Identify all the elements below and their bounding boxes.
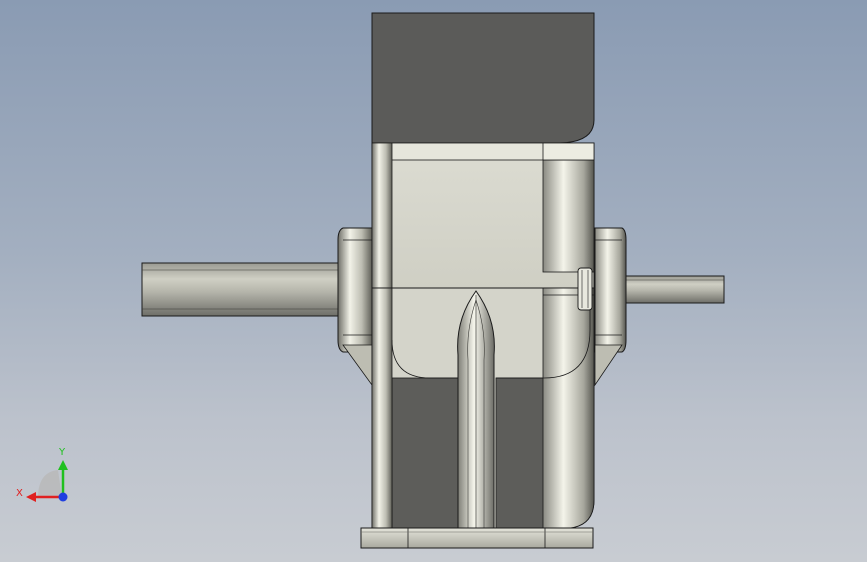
model-view[interactable]: Y X (0, 0, 867, 562)
top-cover (371, 12, 595, 144)
triad-plane-icon (38, 470, 62, 498)
center-rib (457, 290, 495, 529)
graphics-viewport[interactable]: Y X (0, 0, 867, 562)
side-bolt (577, 267, 593, 311)
left-shaft (141, 262, 343, 317)
z-axis-icon (58, 492, 68, 502)
coordinate-triad: Y X (16, 447, 68, 502)
triad-y-label: Y (58, 447, 66, 458)
triad-x-label: X (16, 488, 23, 499)
right-bearing-housing (594, 227, 627, 387)
base-flange (360, 527, 594, 549)
left-bearing-housing (337, 227, 373, 387)
right-shaft (619, 275, 725, 304)
